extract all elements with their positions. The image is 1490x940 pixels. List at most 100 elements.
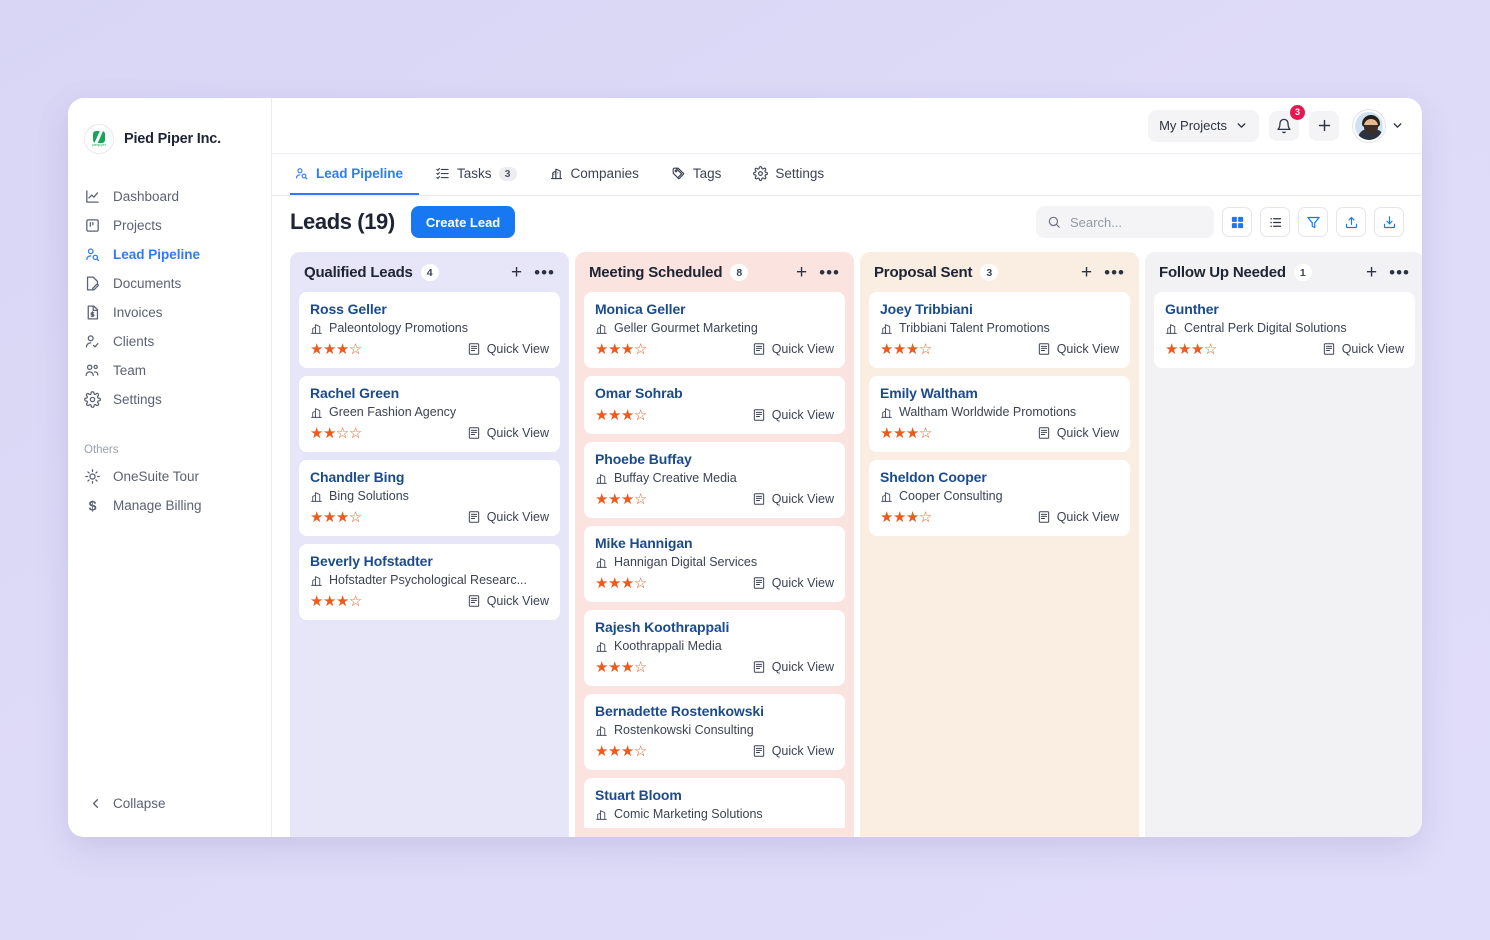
quick-view-button[interactable]: Quick View <box>752 408 834 422</box>
quick-view-button[interactable]: Quick View <box>1037 342 1119 356</box>
rating-stars[interactable]: ★★★☆ <box>595 660 647 675</box>
quick-view-button[interactable]: Quick View <box>752 576 834 590</box>
sidebar-item-manage-billing[interactable]: $ Manage Billing <box>68 491 271 520</box>
quick-view-button[interactable]: Quick View <box>1322 342 1404 356</box>
card-company-label: Koothrappali Media <box>614 639 722 653</box>
building-icon <box>595 472 608 485</box>
card-company-label: Waltham Worldwide Promotions <box>899 405 1077 419</box>
card-company-label: Cooper Consulting <box>899 489 1003 503</box>
rating-stars[interactable]: ★★★☆ <box>310 510 362 525</box>
tab-lead-pipeline[interactable]: Lead Pipeline <box>290 154 420 195</box>
quick-view-button[interactable]: Quick View <box>467 426 549 440</box>
lead-card[interactable]: Omar Sohrab ★★★☆ Quick View <box>584 376 845 434</box>
building-icon <box>880 322 893 335</box>
lead-card[interactable]: Joey Tribbiani Tribbiani Talent Promotion… <box>869 292 1130 368</box>
tab-companies[interactable]: Companies <box>533 154 655 195</box>
add-card-button[interactable]: + <box>1366 263 1377 282</box>
quick-view-button[interactable]: Quick View <box>1037 426 1119 440</box>
quick-view-label: Quick View <box>771 576 834 590</box>
rating-stars[interactable]: ★★★☆ <box>595 576 647 591</box>
tab-tags[interactable]: Tags <box>655 154 738 195</box>
column-menu-button[interactable]: ••• <box>819 264 840 281</box>
rating-stars[interactable]: ★★★☆ <box>595 744 647 759</box>
lead-card[interactable]: Gunther Central Perk Digital Solutions ★★★… <box>1154 292 1415 368</box>
lead-card[interactable]: Monica Geller Geller Gourmet Marketing ★★★… <box>584 292 845 368</box>
grid-view-button[interactable] <box>1222 207 1252 237</box>
quick-view-label: Quick View <box>1341 342 1404 356</box>
page-title: Leads (19) <box>290 209 395 234</box>
search-input[interactable] <box>1070 214 1203 230</box>
card-lead-name: Chandler Bing <box>310 469 405 485</box>
list-view-button[interactable] <box>1260 207 1290 237</box>
download-button[interactable] <box>1374 207 1404 237</box>
rating-stars[interactable]: ★★★☆ <box>595 828 647 829</box>
building-icon <box>595 556 608 569</box>
column-menu-button[interactable]: ••• <box>534 264 555 281</box>
grid-view-icon <box>1231 216 1243 228</box>
quick-view-button[interactable]: Quick View <box>1037 510 1119 524</box>
filter-button[interactable] <box>1298 207 1328 237</box>
lead-card[interactable]: Beverly Hofstadter Hofstadter Psychologic… <box>299 544 560 620</box>
quick-view-button[interactable]: Quick View <box>467 510 549 524</box>
rating-stars[interactable]: ★★★☆ <box>310 594 362 609</box>
sidebar-item-documents[interactable]: Documents <box>68 269 271 298</box>
search-box[interactable] <box>1036 206 1214 238</box>
rating-stars[interactable]: ★★★☆ <box>595 342 647 357</box>
rating-stars[interactable]: ★★★☆ <box>880 426 932 441</box>
sidebar-item-invoices[interactable]: Invoices <box>68 298 271 327</box>
card-lead-name: Rajesh Koothrappali <box>595 619 730 635</box>
rating-stars[interactable]: ★★★☆ <box>595 492 647 507</box>
rating-stars[interactable]: ★★★☆ <box>880 510 932 525</box>
lead-card[interactable]: Chandler Bing Bing Solutions ★★★☆ Quick Vie… <box>299 460 560 536</box>
project-selector[interactable]: My Projects <box>1148 109 1259 142</box>
sidebar: piedpiper Pied Piper Inc. Dashboard Proje… <box>68 98 272 837</box>
sidebar-item-clients[interactable]: Clients <box>68 327 271 356</box>
quick-view-icon <box>752 660 766 674</box>
column-actions: + ••• <box>796 263 840 282</box>
sidebar-item-dashboard[interactable]: Dashboard <box>68 182 271 211</box>
sidebar-item-lead-pipeline[interactable]: Lead Pipeline <box>68 240 271 269</box>
lead-card[interactable]: Mike Hannigan Hannigan Digital Services ★★… <box>584 526 845 602</box>
user-menu[interactable] <box>1353 109 1404 142</box>
quick-view-button[interactable]: Quick View <box>467 594 549 608</box>
notifications-button[interactable]: 3 <box>1269 104 1305 141</box>
lead-card[interactable]: Bernadette Rostenkowski Rostenkowski Cons… <box>584 694 845 770</box>
rating-stars[interactable]: ★★★☆ <box>595 408 647 423</box>
rating-stars[interactable]: ★★☆☆ <box>310 426 362 441</box>
lead-card[interactable]: Stuart Bloom Comic Marketing Solutions ★★★… <box>584 778 845 828</box>
rating-stars[interactable]: ★★★☆ <box>1165 342 1217 357</box>
lead-card[interactable]: Phoebe Buffay Buffay Creative Media ★★★☆ Qu… <box>584 442 845 518</box>
create-lead-button[interactable]: Create Lead <box>410 206 516 238</box>
column-menu-button[interactable]: ••• <box>1104 264 1125 281</box>
rating-stars[interactable]: ★★★☆ <box>310 342 362 357</box>
rating-stars[interactable]: ★★★☆ <box>880 342 932 357</box>
sidebar-item-team[interactable]: Team <box>68 356 271 385</box>
quick-view-icon <box>467 426 481 440</box>
column-cards: Ross Geller Paleontology Promotions ★★★☆ Qu… <box>299 292 560 620</box>
sidebar-item-projects[interactable]: Projects <box>68 211 271 240</box>
lead-card[interactable]: Sheldon Cooper Cooper Consulting ★★★☆ Quick… <box>869 460 1130 536</box>
tab-settings[interactable]: Settings <box>737 154 840 195</box>
quick-view-label: Quick View <box>486 594 549 608</box>
lead-card[interactable]: Emily Waltham Waltham Worldwide Promotion… <box>869 376 1130 452</box>
dollar-icon: $ <box>84 497 101 514</box>
lead-card[interactable]: Rajesh Koothrappali Koothrappali Media ★★★… <box>584 610 845 686</box>
quick-view-button[interactable]: Quick View <box>752 492 834 506</box>
tab-tasks[interactable]: Tasks 3 <box>419 154 533 195</box>
quick-view-button[interactable]: Quick View <box>752 744 834 758</box>
add-card-button[interactable]: + <box>796 263 807 282</box>
collapse-button[interactable]: Collapse <box>68 783 271 823</box>
quick-view-button[interactable]: Quick View <box>467 342 549 356</box>
sidebar-item-settings[interactable]: Settings <box>68 385 271 414</box>
lead-card[interactable]: Ross Geller Paleontology Promotions ★★★☆ Qu… <box>299 292 560 368</box>
lead-card[interactable]: Rachel Green Green Fashion Agency ★★☆☆ Quic… <box>299 376 560 452</box>
add-button[interactable] <box>1309 110 1339 141</box>
card-company: Comic Marketing Solutions <box>595 807 834 821</box>
sidebar-item-onesuite-tour[interactable]: OneSuite Tour <box>68 462 271 491</box>
quick-view-button[interactable]: Quick View <box>752 342 834 356</box>
add-card-button[interactable]: + <box>1081 263 1092 282</box>
quick-view-button[interactable]: Quick View <box>752 660 834 674</box>
add-card-button[interactable]: + <box>511 263 522 282</box>
column-menu-button[interactable]: ••• <box>1389 264 1410 281</box>
upload-button[interactable] <box>1336 207 1366 237</box>
